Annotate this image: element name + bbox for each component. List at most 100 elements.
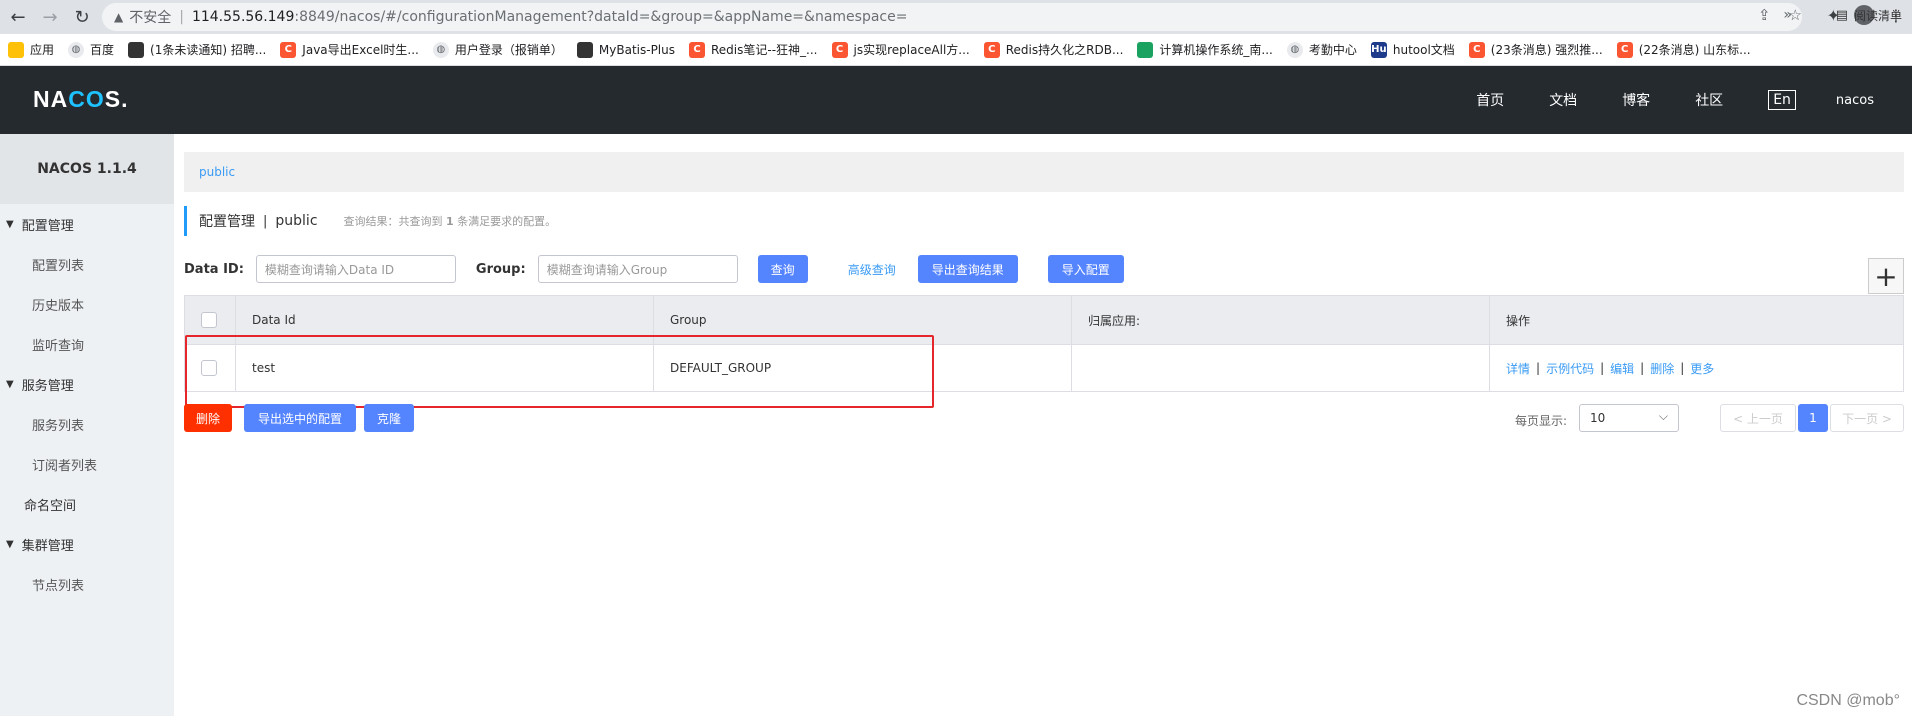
search-button[interactable]: 查询	[757, 255, 808, 283]
bookmark-item[interactable]: ◍ 百度	[68, 41, 114, 58]
export-query-result-button[interactable]: 导出查询结果	[917, 255, 1018, 283]
bookmark-label: 应用	[30, 43, 55, 57]
cell-app	[1072, 345, 1490, 391]
bookmark-item[interactable]: C Java导出Excel时生...	[280, 41, 419, 58]
red-bookmark-icon: C	[1468, 41, 1485, 58]
grid-bookmark-icon	[8, 41, 24, 58]
bookmark-label: Redis持久化之RDB...	[1005, 43, 1124, 57]
prev-page-button[interactable]: < 上一页	[1720, 404, 1796, 432]
sidebar-group-label: 服务管理	[21, 378, 74, 394]
bookmark-label: 计算机操作系统_南...	[1159, 43, 1273, 57]
chevron-down-icon: ⌵	[1658, 409, 1668, 423]
language-toggle[interactable]: En	[1768, 90, 1796, 110]
dark-bookmark-icon	[576, 41, 593, 58]
reload-icon[interactable]: ↻	[68, 3, 96, 31]
url-host: 114.55.56.149	[191, 9, 295, 25]
bookmark-label: Redis笔记--狂神_...	[711, 43, 818, 57]
globe-bookmark-icon: ◍	[432, 41, 449, 58]
bookmark-item[interactable]: 应用	[8, 41, 54, 58]
sidebar-item-listener[interactable]: 监听查询	[0, 324, 174, 364]
nav-docs[interactable]: 文档	[1549, 90, 1577, 110]
import-config-button[interactable]: 导入配置	[1047, 255, 1124, 283]
sidebar-group-cluster[interactable]: ▼ 集群管理	[0, 524, 174, 564]
bookmark-label: MyBatis-Plus	[598, 42, 675, 57]
page-size-select[interactable]: 10 ⌵	[1579, 404, 1679, 432]
globe-bookmark-icon: ◍	[1286, 41, 1303, 58]
clone-button[interactable]: 克隆	[364, 404, 414, 432]
red-bookmark-icon: C	[280, 41, 297, 58]
action-edit[interactable]: 编辑	[1610, 360, 1634, 377]
bookmark-label: (22条消息) 山东标...	[1638, 43, 1751, 57]
export-selected-button[interactable]: 导出选中的配置	[244, 404, 357, 432]
bookmark-label: js实现replaceAll方...	[853, 43, 970, 57]
sidebar-group-config[interactable]: ▼ 配置管理	[0, 204, 174, 244]
bookmark-item[interactable]: C (23条消息) 强烈推...	[1468, 41, 1603, 58]
reading-list-icon: ▤	[1835, 8, 1848, 23]
bookmark-item[interactable]: (1条未读通知) 招聘...	[128, 41, 266, 58]
bookmark-item[interactable]: 计算机操作系统_南...	[1137, 41, 1273, 58]
address-separator: |	[179, 9, 184, 25]
dataid-input[interactable]: 模糊查询请输入Data ID	[255, 255, 456, 283]
sidebar-item-namespace[interactable]: 命名空间	[0, 484, 174, 524]
bookmark-item[interactable]: Cjs实现replaceAll方...	[831, 41, 970, 58]
bookmark-item[interactable]: C (22条消息) 山东标...	[1616, 41, 1751, 58]
green-bookmark-icon	[1137, 41, 1154, 58]
browser-toolbar: ← → ↻ ▲ 不安全 | 114.55.56.149:8849/nacos/#…	[0, 0, 1912, 34]
bookmark-item[interactable]: MyBatis-Plus	[576, 41, 675, 58]
bookmark-label: (23条消息) 强烈推...	[1490, 43, 1603, 57]
action-more[interactable]: 更多	[1690, 360, 1714, 377]
sidebar-item-history[interactable]: 历史版本	[0, 284, 174, 324]
nav-home[interactable]: 首页	[1476, 90, 1504, 110]
sidebar-item-config-list[interactable]: 配置列表	[0, 244, 174, 284]
reading-list[interactable]: ▤ 阅读清单	[1836, 7, 1902, 24]
bookmark-item[interactable]: Hu hutool文档	[1370, 41, 1455, 58]
user-name[interactable]: nacos	[1836, 93, 1874, 108]
bookmark-item[interactable]: ◍ 考勤中心	[1286, 41, 1357, 58]
page-1-button[interactable]: 1	[1798, 404, 1828, 432]
action-detail[interactable]: 详情	[1506, 360, 1530, 377]
namespace-bar: public	[184, 152, 1904, 192]
security-label[interactable]: 不安全	[129, 7, 171, 27]
sidebar-item-node-list[interactable]: 节点列表	[0, 564, 174, 604]
sidebar-item-subscriber-list[interactable]: 订阅者列表	[0, 444, 174, 484]
bookmarks-overflow-icon[interactable]: »	[1783, 7, 1792, 23]
bookmark-item[interactable]: C Redis笔记--狂神_...	[689, 41, 818, 58]
back-icon[interactable]: ←	[4, 3, 32, 31]
caret-down-icon: ▼	[6, 378, 14, 390]
sidebar-group-service[interactable]: ▼ 服务管理	[0, 364, 174, 404]
next-page-button[interactable]: 下一页 >	[1830, 404, 1904, 432]
filter-bar: Data ID: 模糊查询请输入Data ID Group: 模糊查询请输入Gr…	[184, 254, 1904, 284]
top-nav: 首页 文档 博客 社区 En nacos	[1476, 66, 1912, 134]
warning-icon[interactable]: ▲	[114, 10, 123, 24]
action-sample-code[interactable]: 示例代码	[1546, 360, 1594, 377]
bookmarks-bar: 应用 ◍ 百度 (1条未读通知) 招聘... C Java导出Excel时生... ◍ 用户登…	[0, 34, 1912, 66]
nacos-logo[interactable]: NACOS.	[33, 86, 128, 113]
bookmark-label: 百度	[90, 43, 115, 57]
bookmark-label: (1条未读通知) 招聘...	[150, 43, 267, 57]
address-bar[interactable]: ▲ 不安全 | 114.55.56.149:8849/nacos/#/confi…	[102, 3, 1802, 31]
action-delete[interactable]: 删除	[1650, 360, 1674, 377]
group-input[interactable]: 模糊查询请输入Group	[537, 255, 738, 283]
group-label: Group:	[475, 261, 526, 277]
nav-blog[interactable]: 博客	[1622, 90, 1650, 110]
caret-down-icon: ▼	[6, 538, 14, 550]
sidebar-group-label: 配置管理	[21, 218, 74, 234]
share-icon[interactable]: ⇪	[1758, 6, 1771, 24]
advanced-search-link[interactable]: 高级查询	[848, 261, 896, 278]
bookmark-item[interactable]: C Redis持久化之RDB...	[983, 41, 1124, 58]
caret-down-icon: ▼	[6, 218, 14, 230]
bookmark-item[interactable]: ◍ 用户登录（报销单）	[432, 41, 563, 58]
select-all-checkbox[interactable]	[201, 312, 217, 328]
url-path: :8849/nacos/#/configurationManagement?da…	[294, 9, 908, 25]
sidebar-title: NACOS 1.1.4	[0, 134, 174, 204]
header-app: 归属应用:	[1072, 296, 1490, 344]
add-config-button[interactable]: +	[1868, 258, 1904, 294]
nav-community[interactable]: 社区	[1695, 90, 1723, 110]
forward-icon[interactable]: →	[36, 3, 64, 31]
sidebar-item-service-list[interactable]: 服务列表	[0, 404, 174, 444]
bookmark-label: 用户登录（报销单）	[454, 43, 563, 57]
delete-selected-button[interactable]: 删除	[184, 404, 233, 432]
red-bookmark-icon: C	[831, 41, 848, 58]
namespace-tab-public[interactable]: public	[199, 165, 235, 179]
hu-bookmark-icon: Hu	[1370, 41, 1387, 58]
